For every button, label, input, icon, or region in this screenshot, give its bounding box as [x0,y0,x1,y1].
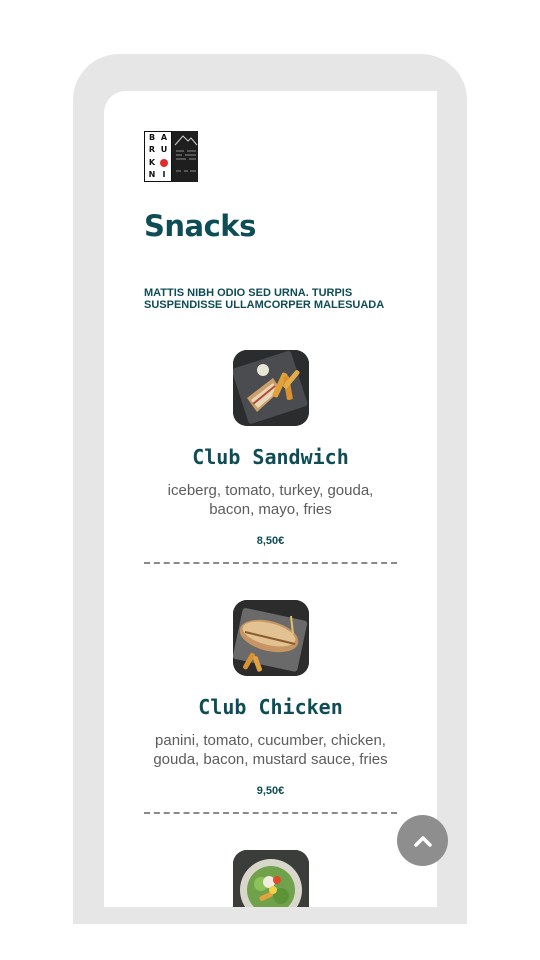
item-description: panini, tomato, cucumber, chicken, gouda… [153,732,388,768]
page-title: Snacks [144,209,256,243]
brand-logo[interactable]: B A R U K N I [144,131,198,182]
item-description: iceberg, tomato, turkey, gouda, bacon, m… [167,482,374,518]
mountain-emblem-icon [172,131,198,182]
item-divider [144,812,397,814]
item-name: Club Sandwich [192,445,349,469]
club-chicken-photo [232,600,309,676]
menu-item-club-sandwich: Club Sandwich iceberg, tomato, turkey, g… [144,350,397,564]
salad-dish-photo [232,850,309,907]
item-price: 9,50€ [256,785,285,797]
phone-frame: B A R U K N I Snacks MATTIS NIBH ODIO SE… [73,54,467,924]
item-divider [144,562,397,564]
menu-item-next [144,850,397,907]
item-name: Club Chicken [198,695,343,719]
logo-red-dot [160,158,169,167]
logo-wordmark: B A R U K N I [144,131,173,182]
scroll-to-top-button[interactable] [397,815,448,866]
menu-item-club-chicken: Club Chicken panini, tomato, cucumber, c… [144,600,397,814]
club-sandwich-photo [232,350,309,426]
page-subtitle: MATTIS NIBH ODIO SED URNA. TURPIS SUSPEN… [144,287,385,311]
chevron-up-icon [413,835,432,847]
item-price: 8,50€ [256,535,285,547]
screen: B A R U K N I Snacks MATTIS NIBH ODIO SE… [104,91,437,907]
